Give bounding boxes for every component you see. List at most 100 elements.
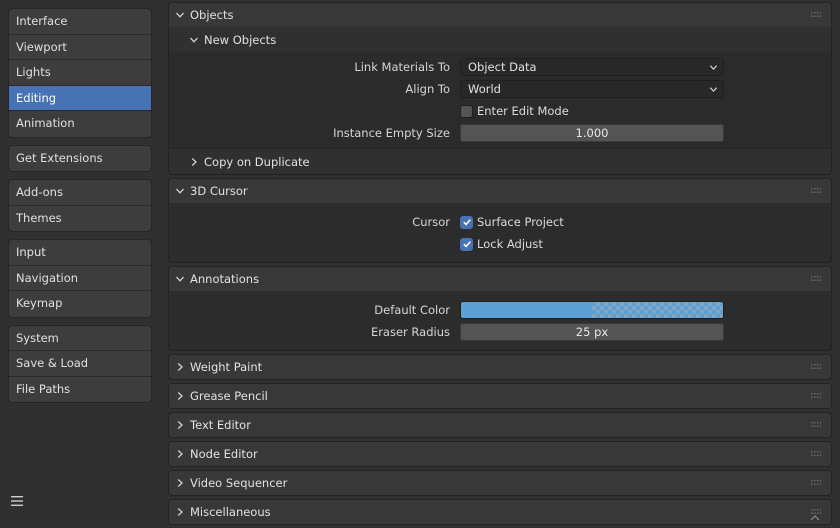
enter-edit-mode-toggle[interactable]: Enter Edit Mode [460, 102, 724, 120]
link-materials-dropdown[interactable]: Object Data [460, 58, 724, 76]
eraser-radius-label: Eraser Radius [370, 325, 450, 339]
chevron-down-icon [176, 12, 184, 18]
chevron-right-icon [177, 450, 183, 458]
copy-on-duplicate-title: Copy on Duplicate [204, 154, 310, 169]
surface-project-row: Cursor Surface Project [169, 211, 831, 233]
cursor-panel-header[interactable]: 3D Cursor [169, 179, 831, 203]
align-to-dropdown[interactable]: World [460, 80, 724, 98]
surface-project-label: Surface Project [477, 215, 564, 229]
miscellaneous-panel-header[interactable]: Miscellaneous [169, 500, 831, 524]
sidebar-item-editing[interactable]: Editing [9, 85, 151, 111]
sidebar-item-save-load[interactable]: Save & Load [9, 351, 151, 377]
drag-grip-icon[interactable] [811, 12, 821, 18]
surface-project-checkbox[interactable] [460, 215, 473, 229]
drag-grip-icon[interactable] [811, 188, 821, 194]
default-color-label: Default Color [374, 303, 450, 317]
checkmark-icon [462, 241, 471, 248]
default-color-swatch[interactable] [460, 301, 724, 319]
lock-adjust-toggle[interactable]: Lock Adjust [460, 235, 724, 253]
drag-grip-icon[interactable] [811, 480, 821, 486]
node-editor-panel-header[interactable]: Node Editor [169, 442, 831, 466]
checkmark-icon [462, 219, 471, 226]
menu-icon[interactable] [10, 494, 24, 508]
grease-pencil-panel: Grease Pencil [168, 383, 832, 409]
sidebar-group-4: Input Navigation Keymap [8, 239, 152, 318]
instance-empty-size-field[interactable]: 1.000 [460, 124, 724, 142]
preferences-sidebar: Interface Viewport Lights Editing Animat… [8, 8, 152, 410]
drag-grip-icon[interactable] [811, 276, 821, 282]
chevron-down-icon [190, 37, 198, 43]
drag-grip-icon[interactable] [811, 393, 821, 399]
default-color-row: Default Color [169, 299, 831, 321]
chevron-down-icon [709, 86, 718, 92]
sidebar-item-navigation[interactable]: Navigation [9, 266, 151, 291]
drag-grip-icon[interactable] [811, 422, 821, 428]
chevron-right-icon [177, 421, 183, 429]
annotations-panel-header[interactable]: Annotations [169, 267, 831, 291]
instance-empty-size-label: Instance Empty Size [333, 126, 450, 140]
grease-pencil-title: Grease Pencil [190, 389, 268, 403]
surface-project-toggle[interactable]: Surface Project [460, 213, 724, 231]
sidebar-item-interface[interactable]: Interface [9, 9, 151, 35]
annotations-panel-title: Annotations [190, 272, 260, 286]
sidebar-group-1: Interface Viewport Lights Editing Animat… [8, 8, 152, 138]
cursor-panel-body: Cursor Surface Project Lock Adjust [169, 203, 831, 262]
text-editor-title: Text Editor [190, 418, 251, 432]
node-editor-title: Node Editor [190, 447, 258, 461]
weight-paint-panel: Weight Paint [168, 354, 832, 380]
link-materials-row: Link Materials To Object Data [169, 56, 831, 78]
video-sequencer-panel: Video Sequencer [168, 470, 832, 496]
color-solid-part [461, 302, 592, 318]
drag-grip-icon[interactable] [811, 451, 821, 457]
text-editor-panel-header[interactable]: Text Editor [169, 413, 831, 437]
sidebar-item-add-ons[interactable]: Add-ons [9, 180, 151, 206]
sidebar-item-lights[interactable]: Lights [9, 60, 151, 86]
sidebar-item-input[interactable]: Input [9, 240, 151, 266]
miscellaneous-panel: Miscellaneous [168, 499, 832, 525]
color-alpha-part [592, 302, 723, 318]
text-editor-panel: Text Editor [168, 412, 832, 438]
sidebar-group-2: Get Extensions [8, 144, 152, 172]
sidebar-item-keymap[interactable]: Keymap [9, 291, 151, 317]
annotations-panel-body: Default Color Eraser Radius 25 px [169, 291, 831, 350]
weight-paint-title: Weight Paint [190, 360, 263, 374]
enter-edit-mode-row: Enter Edit Mode [169, 100, 831, 122]
new-objects-body: Link Materials To Object Data Align To W… [169, 52, 831, 148]
sidebar-item-system[interactable]: System [9, 326, 151, 351]
chevron-right-icon [177, 363, 183, 371]
node-editor-panel: Node Editor [168, 441, 832, 467]
new-objects-subpanel-header[interactable]: New Objects [169, 27, 831, 52]
copy-on-duplicate-header[interactable]: Copy on Duplicate [169, 148, 831, 174]
eraser-radius-field[interactable]: 25 px [460, 323, 724, 341]
miscellaneous-title: Miscellaneous [190, 505, 271, 519]
chevron-down-icon [176, 188, 184, 194]
cursor-label: Cursor [412, 215, 450, 229]
annotations-panel: Annotations Default Color Eraser Radius … [168, 266, 832, 351]
objects-panel-header[interactable]: Objects [169, 3, 831, 27]
align-to-row: Align To World [169, 78, 831, 100]
objects-panel-title: Objects [190, 8, 234, 22]
chevron-down-icon [709, 64, 718, 70]
enter-edit-mode-checkbox[interactable] [460, 104, 473, 118]
link-materials-value: Object Data [468, 60, 537, 74]
sidebar-item-animation[interactable]: Animation [9, 111, 151, 137]
scroll-up-icon[interactable] [810, 515, 820, 520]
weight-paint-panel-header[interactable]: Weight Paint [169, 355, 831, 379]
grease-pencil-panel-header[interactable]: Grease Pencil [169, 384, 831, 408]
lock-adjust-checkbox[interactable] [460, 237, 473, 251]
sidebar-item-get-extensions[interactable]: Get Extensions [9, 146, 151, 172]
chevron-right-icon [177, 392, 183, 400]
video-sequencer-title: Video Sequencer [190, 476, 288, 490]
preferences-main: Objects New Objects Link Materials To Ob… [168, 2, 832, 528]
eraser-radius-row: Eraser Radius 25 px [169, 321, 831, 343]
enter-edit-mode-label: Enter Edit Mode [477, 104, 569, 118]
drag-grip-icon[interactable] [811, 364, 821, 370]
chevron-down-icon [176, 276, 184, 282]
video-sequencer-panel-header[interactable]: Video Sequencer [169, 471, 831, 495]
sidebar-item-themes[interactable]: Themes [9, 206, 151, 232]
sidebar-item-viewport[interactable]: Viewport [9, 35, 151, 60]
sidebar-item-file-paths[interactable]: File Paths [9, 377, 151, 403]
chevron-right-icon [177, 508, 183, 516]
instance-empty-size-row: Instance Empty Size 1.000 [169, 122, 831, 144]
align-to-label: Align To [405, 82, 450, 96]
